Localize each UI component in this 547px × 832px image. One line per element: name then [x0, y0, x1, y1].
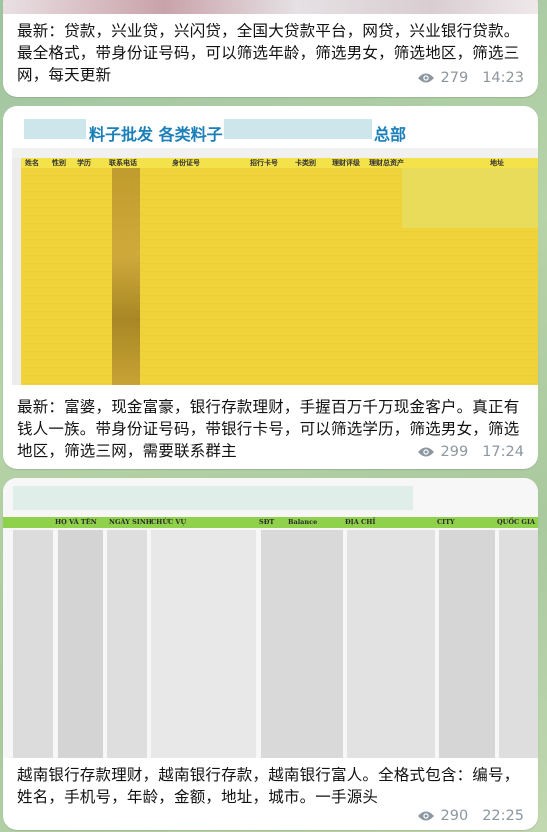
message-bubble-2[interactable]: 料子批发 各类料子 总部 姓名 性别 学历 联系电话 身份证号 招行卡号 卡类别…	[3, 106, 538, 469]
message-image-2[interactable]: 料子批发 各类料子 总部 姓名 性别 学历 联系电话 身份证号 招行卡号 卡类别…	[12, 112, 538, 385]
image-title: 料子批发 各类料子	[89, 125, 223, 144]
sheet-header-cell: Balance	[288, 518, 318, 526]
message-image-3[interactable]: HỌ VÀ TÊN NGÀY SINH CHỨC VỤ SĐT Balance …	[3, 478, 538, 758]
sheet-header-cell: 性别	[52, 159, 66, 167]
eye-icon	[417, 73, 434, 83]
sheet-header-row: HỌ VÀ TÊN NGÀY SINH CHỨC VỤ SĐT Balance …	[3, 517, 538, 528]
sheet-row-numbers	[12, 158, 21, 385]
blurred-column	[347, 530, 435, 758]
sheet-header-row: 姓名 性别 学历 联系电话 身份证号 招行卡号 卡类别 理财评级 理财总资产 地…	[12, 158, 538, 168]
message-bubble-1[interactable]: 最新：贷款，兴业贷，兴闪贷，全国大贷款平台，网贷，兴业银行贷款。最全格式，带身份…	[3, 0, 538, 97]
blurred-column	[112, 168, 140, 385]
view-count: 299	[440, 444, 469, 460]
sheet-header-cell: 地址	[490, 159, 504, 167]
sheet-header-cell: 身份证号	[172, 159, 200, 167]
message-meta-2: 299 17:24	[417, 444, 524, 460]
sheet-header-cell: 学历	[77, 159, 91, 167]
message-image-1[interactable]	[3, 0, 538, 14]
view-count: 290	[440, 808, 469, 824]
message-meta-3: 290 22:25	[417, 808, 524, 824]
message-meta-1: 279 14:23	[417, 70, 524, 86]
sheet-header-cell: 招行卡号	[250, 159, 278, 167]
blurred-column	[261, 530, 343, 758]
sheet-header-cell: CHỨC VỤ	[151, 518, 187, 526]
blurred-column	[151, 530, 256, 758]
image-title-suffix: 总部	[374, 125, 407, 144]
sheet-column-letters	[12, 148, 538, 158]
blurred-region	[24, 119, 86, 139]
blurred-column	[439, 530, 495, 758]
sheet-header-cell: ĐỊA CHỈ	[345, 518, 376, 526]
message-bubble-3[interactable]: HỌ VÀ TÊN NGÀY SINH CHỨC VỤ SĐT Balance …	[3, 478, 538, 830]
sheet-header-cell: 理财评级	[332, 159, 360, 167]
sheet-header-cell: CITY	[437, 518, 455, 526]
blurred-column	[58, 530, 103, 758]
blurred-column	[107, 530, 147, 758]
message-time: 22:25	[482, 808, 524, 824]
sheet-header-cell: HỌ VÀ TÊN	[55, 518, 97, 526]
blurred-region	[402, 168, 538, 228]
sheet-header-cell: SĐT	[259, 518, 275, 526]
blurred-column	[499, 530, 538, 758]
message-caption-3: 越南银行存款理财，越南银行存款，越南银行富人。全格式包含：编号，姓名，手机号，年…	[17, 766, 520, 806]
sheet-header-cell: 姓名	[25, 159, 39, 167]
eye-icon	[417, 447, 434, 457]
blurred-region	[224, 119, 372, 139]
sheet-header-cell: 卡类别	[295, 159, 316, 167]
sheet-header-cell: 联系电话	[109, 159, 137, 167]
message-time: 14:23	[482, 70, 524, 86]
sheet-header-cell: 理财总资产	[369, 159, 404, 167]
blurred-region	[13, 486, 413, 510]
blurred-column	[13, 530, 53, 758]
message-time: 17:24	[482, 444, 524, 460]
sheet-header-cell: QUỐC GIA	[497, 518, 536, 526]
eye-icon	[417, 811, 434, 821]
sheet-header-cell: NGÀY SINH	[109, 518, 152, 526]
view-count: 279	[440, 70, 469, 86]
